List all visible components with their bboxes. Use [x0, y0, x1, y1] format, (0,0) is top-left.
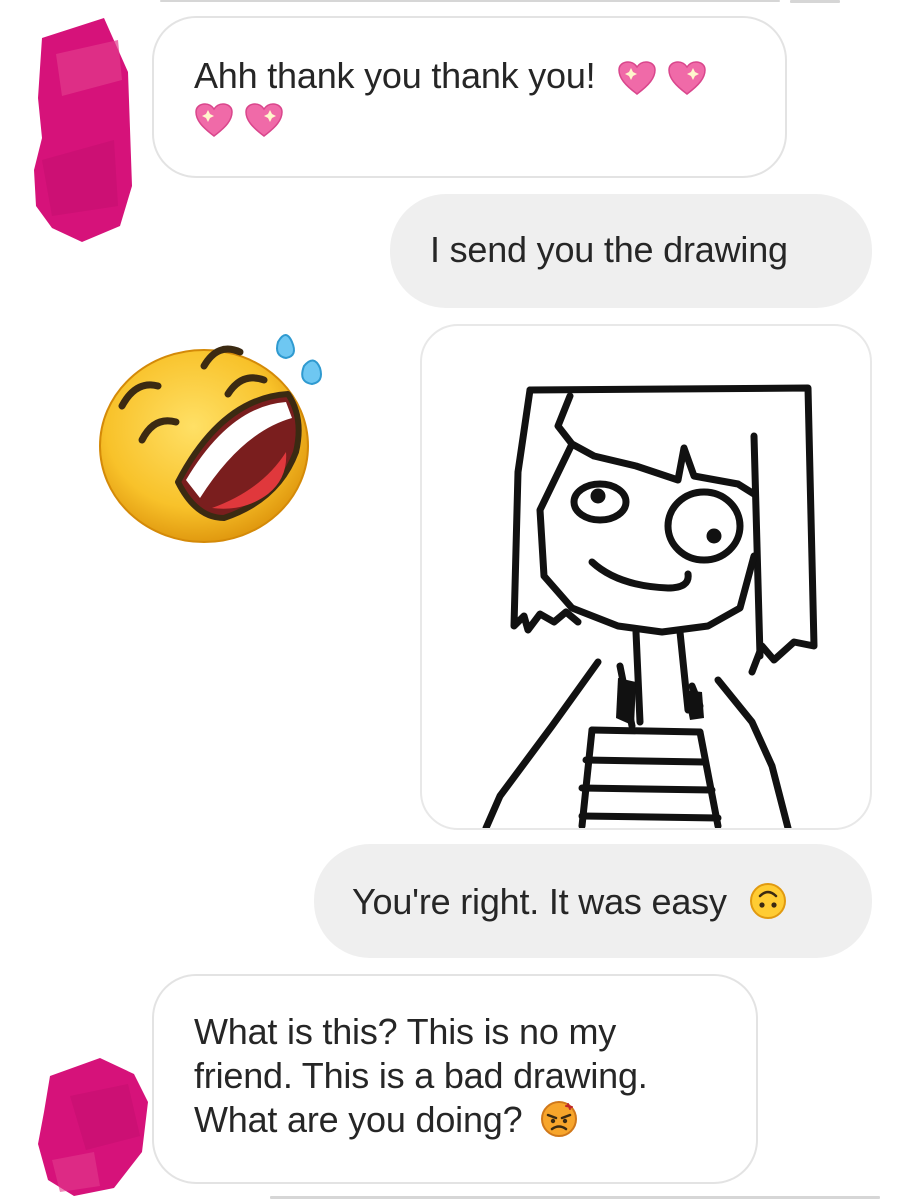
sparkling-heart-icon: [195, 103, 233, 138]
bubble-edge-top: [160, 0, 780, 2]
message-text: Ahh thank you thank you!: [194, 55, 596, 96]
message-line: What are you doing?: [194, 1099, 523, 1140]
rolling-on-floor-laughing-icon: [99, 334, 322, 543]
message-text: You're right. It was easy: [352, 881, 727, 922]
message-bubble-received[interactable]: Ahh thank you thank you!: [152, 16, 787, 178]
avatar-redaction: [38, 1058, 148, 1196]
sparkling-heart-icon: [245, 103, 283, 138]
avatar-redaction: [34, 18, 132, 242]
bubble-edge-top-right: [790, 0, 840, 3]
message-bubble-sent[interactable]: You're right. It was easy: [314, 844, 872, 958]
angry-face-icon: [541, 1101, 578, 1138]
message-thread: Ahh thank you thank you! I send you the …: [0, 0, 907, 1200]
upside-down-face-icon: [749, 883, 786, 920]
bubble-edge-bottom: [270, 1196, 880, 1199]
message-text: I send you the drawing: [430, 229, 788, 270]
sparkling-heart-icon: [618, 61, 657, 96]
stick-figure-drawing-icon: [482, 384, 818, 828]
message-line: friend. This is a bad drawing.: [194, 1055, 648, 1096]
message-bubble-received[interactable]: What is this? This is no my friend. This…: [152, 974, 758, 1184]
message-line: What is this? This is no my: [194, 1011, 617, 1052]
drawing-image-message[interactable]: [420, 324, 872, 830]
message-bubble-sent[interactable]: I send you the drawing: [390, 194, 872, 308]
sparkling-heart-icon: [668, 61, 706, 96]
